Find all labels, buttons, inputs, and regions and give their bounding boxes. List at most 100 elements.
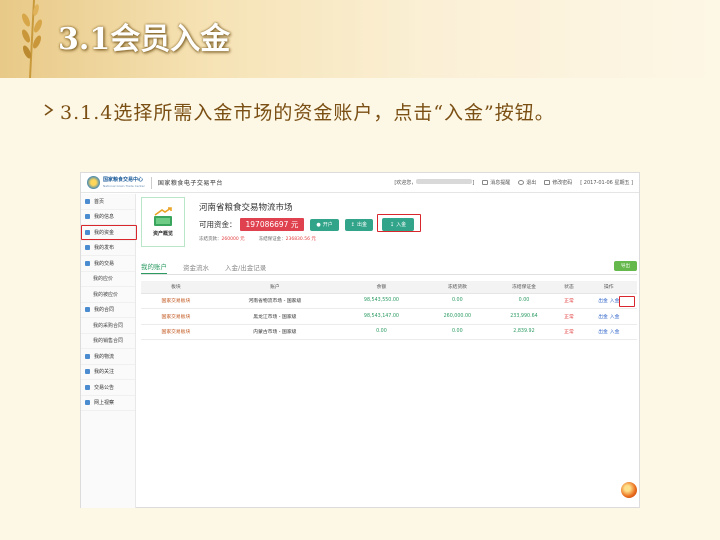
- available-row: 可用资金： 197086697 元 ● 开户 ↥ 出金 ↧ 入金: [199, 214, 421, 232]
- messages-label: 消息提醒: [490, 180, 511, 186]
- asset-info: 河南省粮食交易物流市场 可用资金： 197086697 元 ● 开户 ↥ 出金 ↧ 入…: [199, 197, 421, 251]
- welcome-text: [欢迎您，]: [394, 179, 475, 186]
- table-header: 板块 账户 余额 冻结货款 冻结保证金 状态 操作: [141, 281, 637, 294]
- lock-icon: [544, 180, 551, 185]
- nav-icon: [85, 198, 90, 204]
- platform-name: 国家粮食电子交易平台: [157, 180, 223, 187]
- nav-icon: [85, 260, 90, 266]
- money-icon: [154, 207, 172, 226]
- cell-frozen: 0.00: [424, 324, 491, 340]
- sidebar-item[interactable]: 交易公告: [81, 380, 135, 396]
- cell-margin: 0.00: [490, 293, 558, 309]
- nav-icon: [85, 307, 90, 313]
- logo: 国家粮食交易中心 National Grain Trade Center: [103, 177, 145, 189]
- sidebar-item[interactable]: 首页: [81, 194, 135, 210]
- deposit-link[interactable]: 入金: [610, 299, 620, 304]
- tab-deposit-withdraw-records[interactable]: 入金/出金记录: [225, 262, 266, 274]
- sidebar-item-label: 我的发布: [94, 245, 115, 252]
- open-account-button[interactable]: ● 开户: [310, 218, 339, 231]
- sidebar: 首页我的信息 我的资金我的发布我的交易我的应价我的被应价我的合同 我的采购合同 我的销…: [81, 194, 137, 508]
- cell-frozen: 0.00: [424, 293, 491, 309]
- col-account: 账户: [210, 281, 339, 294]
- sidebar-item[interactable]: 我的信息: [81, 210, 135, 225]
- sidebar-item[interactable]: 网上视察: [81, 396, 135, 411]
- slide-subtitle: 3.1.4选择所需入金市场的资金账户，点击“入金”按钮。: [60, 102, 555, 124]
- sidebar-item[interactable]: 我的发布: [81, 241, 135, 256]
- available-label: 可用资金：: [199, 220, 237, 229]
- sidebar-item-label: 我的被应价: [93, 291, 119, 298]
- table-row: 国家交易板块 河南省物流市场 - 国家级 98,543,550.00 0.00 0.00…: [141, 293, 637, 309]
- frozen-info: 冻结货款：260000 元 冻结保证金：236830.56 元: [199, 236, 414, 242]
- nav-icon: [85, 369, 90, 375]
- available-amount: 197086697 元: [239, 218, 305, 231]
- nav-icon: [85, 384, 90, 390]
- asset-overview-label: 资产概览: [152, 231, 173, 237]
- sidebar-item[interactable]: 我的交易: [81, 256, 135, 272]
- withdraw-label: 出金: [356, 222, 367, 228]
- sidebar-item[interactable]: 我的销售合同: [81, 334, 135, 349]
- messages-link[interactable]: 消息提醒: [482, 179, 510, 186]
- frozen-margin-value: 236830.56 元: [285, 237, 316, 242]
- market-name: 河南省粮食交易物流市场: [199, 203, 293, 213]
- cell-margin: 2,839.92: [490, 324, 558, 340]
- withdraw-button[interactable]: ↥ 出金: [344, 218, 373, 231]
- cell-operation: 出金 入金: [580, 293, 637, 309]
- sidebar-item[interactable]: 我的物流: [81, 349, 135, 365]
- frozen-margin: 冻结保证金：236830.56 元: [259, 236, 316, 242]
- cell-balance: 0.00: [338, 324, 425, 340]
- export-button[interactable]: 导出: [614, 261, 637, 271]
- frozen-value: 260000 元: [221, 237, 245, 242]
- sidebar-item-label: 我的物流: [94, 353, 115, 360]
- table-row: 国家交易板块 黑龙江市场 - 国家级 98,543,147.00 260,000.00…: [141, 308, 637, 325]
- sidebar-item[interactable]: 我的应价: [81, 272, 135, 287]
- tab-fund-flow[interactable]: 资金流水: [183, 262, 209, 274]
- sidebar-item[interactable]: 我的采购合同: [81, 318, 135, 334]
- col-status: 状态: [557, 281, 581, 294]
- cell-operation: 出金 入金: [580, 308, 637, 325]
- message-icon: [482, 180, 489, 185]
- logo-icon: [87, 176, 100, 189]
- sidebar-item[interactable]: 我的关注: [81, 365, 135, 380]
- deposit-link[interactable]: 入金: [610, 330, 620, 335]
- cell-margin: 233,990.64: [490, 308, 558, 325]
- power-icon: [518, 180, 525, 185]
- date-text: [ 2017-01-06 星期五 ]: [580, 180, 633, 186]
- withdraw-link[interactable]: 出金: [598, 315, 608, 320]
- frozen-label: 冻结货款：: [199, 237, 222, 242]
- sidebar-item-label: 首页: [94, 198, 105, 205]
- slide-title: 3.1会员入金: [58, 22, 231, 57]
- top-bar: 国家粮食交易中心 National Grain Trade Center 国家粮…: [81, 173, 639, 193]
- wheat-icon: [21, 0, 43, 78]
- sidebar-item[interactable]: 我的资金: [81, 225, 137, 241]
- cell-operation: 出金 入金: [580, 324, 637, 340]
- cell-board: 国家交易板块: [141, 293, 211, 309]
- user-icon: ●: [316, 221, 321, 228]
- sidebar-item-label: 网上视察: [94, 400, 115, 407]
- change-password-link[interactable]: 修改密码: [544, 179, 572, 186]
- cell-frozen: 260,000.00: [424, 308, 491, 325]
- withdraw-link[interactable]: 出金: [598, 299, 608, 304]
- frozen-margin-label: 冻结保证金：: [258, 237, 286, 242]
- nav-icon: [85, 400, 90, 406]
- cell-status: 正常: [557, 293, 581, 309]
- col-frozen: 冻结货款: [424, 281, 491, 294]
- account-table: 板块 账户 余额 冻结货款 冻结保证金 状态 操作 国家交易板块 河南省物流市场 …: [141, 281, 637, 340]
- asset-overview-box: 资产概览: [141, 197, 185, 247]
- chat-float-icon[interactable]: [620, 481, 638, 499]
- sidebar-item[interactable]: 我的合同: [81, 303, 135, 318]
- tab-my-account[interactable]: 我的账户: [141, 261, 167, 274]
- sidebar-item-label: 我的交易: [94, 260, 115, 267]
- top-right-bar: [欢迎您，] 消息提醒 退出 修改密码 [ 2017-01-06 星期五 ]: [394, 179, 633, 186]
- highlight-box: [376, 214, 421, 232]
- cell-account: 内蒙古市场 - 国家级: [210, 324, 339, 340]
- withdraw-link[interactable]: 出金: [598, 330, 608, 335]
- username-blurred: [416, 179, 473, 184]
- table-row: 国家交易板块 内蒙古市场 - 国家级 0.00 0.00 2,839.92 正常 出金 入金: [141, 324, 637, 340]
- logout-link[interactable]: 退出: [518, 179, 536, 186]
- deposit-link[interactable]: 入金: [610, 315, 620, 320]
- slide-header: 3.1会员入金: [0, 0, 720, 78]
- sidebar-item[interactable]: 我的被应价: [81, 287, 135, 303]
- cell-balance: 98,543,147.00: [338, 308, 425, 325]
- col-operation: 操作: [580, 281, 637, 294]
- cell-board: 国家交易板块: [141, 324, 211, 340]
